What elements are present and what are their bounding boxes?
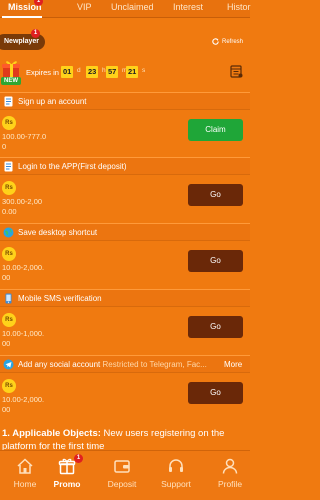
active-tab-indicator bbox=[2, 16, 42, 18]
phone-icon bbox=[5, 293, 12, 304]
user-icon bbox=[222, 458, 238, 474]
rupee-coin-icon: Rs bbox=[2, 313, 16, 327]
task-header: Mobile SMS verification bbox=[0, 289, 250, 307]
task-title: Save desktop shortcut bbox=[18, 228, 98, 237]
timer-days-unit: d bbox=[77, 67, 81, 74]
wallet-icon bbox=[114, 460, 130, 473]
refresh-label: Refresh bbox=[222, 38, 244, 45]
nav-deposit[interactable]: Deposit bbox=[97, 457, 147, 489]
reward-amount: 10.00-1,000.00 bbox=[2, 329, 45, 348]
rupee-coin-icon: Rs bbox=[2, 247, 16, 261]
claim-button[interactable]: Claim bbox=[188, 119, 243, 141]
go-button[interactable]: Go bbox=[188, 184, 243, 206]
go-button[interactable]: Go bbox=[188, 382, 243, 404]
refresh-button[interactable]: Refresh bbox=[211, 37, 243, 46]
expires-label: Expires in bbox=[26, 68, 59, 77]
top-tab-bar: Mission 1 VIP Unclaimed Interest Histor bbox=[0, 0, 251, 18]
timer-minutes: 57 bbox=[106, 66, 119, 78]
rupee-coin-icon: Rs bbox=[2, 116, 16, 130]
task-title-text: Add any social account bbox=[18, 360, 101, 369]
reward-amount: 100.00-777.00 bbox=[2, 132, 47, 151]
task-subtitle: Restricted to Telegram, Fac... bbox=[102, 360, 207, 369]
nav-profile[interactable]: Profile bbox=[205, 457, 255, 489]
task-header: Save desktop shortcut bbox=[0, 223, 250, 241]
rules-heading: 1. Applicable Objects: bbox=[2, 428, 101, 439]
nav-support-label: Support bbox=[161, 479, 191, 489]
rupee-coin-icon: Rs bbox=[2, 181, 16, 195]
rupee-coin-icon: Rs bbox=[2, 379, 16, 393]
timer-days: 01 bbox=[61, 66, 74, 78]
nav-deposit-label: Deposit bbox=[107, 479, 137, 489]
tab-vip[interactable]: VIP bbox=[77, 2, 92, 12]
nav-promo[interactable]: Promo bbox=[42, 457, 92, 489]
nav-profile-label: Profile bbox=[217, 479, 243, 489]
nav-support[interactable]: Support bbox=[151, 457, 201, 489]
bottom-nav: Home Promo 1 Deposit Support Profile bbox=[0, 450, 250, 500]
reward-amount: 10.00-2,000.00 bbox=[2, 263, 45, 282]
headset-icon bbox=[169, 459, 183, 472]
task-title: Login to the APP(First deposit) bbox=[18, 162, 127, 171]
tab-history[interactable]: Histor bbox=[227, 2, 251, 12]
new-tag: NEW bbox=[1, 77, 21, 85]
document-icon bbox=[4, 161, 13, 172]
more-link[interactable]: More bbox=[224, 360, 242, 369]
task-title: Sign up an account bbox=[18, 97, 87, 106]
task-header: Add any social account Restricted to Tel… bbox=[0, 355, 250, 373]
go-button[interactable]: Go bbox=[188, 250, 243, 272]
task-header: Sign up an account bbox=[0, 92, 250, 110]
promo-badge: 1 bbox=[74, 454, 83, 463]
task-header: Login to the APP(First deposit) bbox=[0, 157, 250, 175]
mission-badge: 1 bbox=[34, 0, 43, 6]
tab-interest[interactable]: Interest bbox=[173, 2, 203, 12]
newplayer-badge: 1 bbox=[31, 29, 40, 38]
timer-seconds-unit: s bbox=[142, 67, 146, 74]
timer-seconds: 21 bbox=[126, 66, 139, 78]
calendar-icon[interactable] bbox=[230, 64, 243, 78]
go-button[interactable]: Go bbox=[188, 316, 243, 338]
newplayer-label: Newplayer bbox=[4, 38, 40, 45]
document-icon bbox=[4, 96, 13, 107]
nav-promo-label: Promo bbox=[53, 479, 81, 489]
home-icon bbox=[17, 458, 33, 474]
globe-icon bbox=[3, 227, 14, 238]
tab-unclaimed[interactable]: Unclaimed bbox=[111, 2, 154, 12]
reward-amount: 300.00-2,000.00 bbox=[2, 197, 43, 216]
refresh-icon bbox=[212, 38, 219, 45]
task-title: Add any social account Restricted to Tel… bbox=[18, 360, 207, 369]
social-icon bbox=[3, 359, 14, 370]
task-title: Mobile SMS verification bbox=[18, 294, 102, 303]
reward-amount: 10.00-2,000.00 bbox=[2, 395, 45, 414]
timer-hours: 23 bbox=[86, 66, 99, 78]
